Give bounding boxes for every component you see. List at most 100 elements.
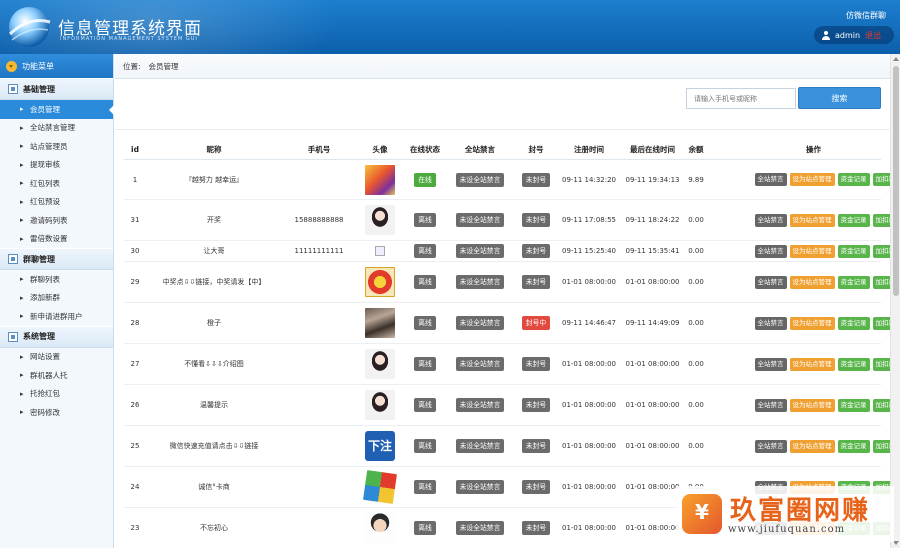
fund-records-button[interactable]: 资金记录 <box>837 439 870 453</box>
sidebar-item-1-1[interactable]: 添加新群 <box>0 289 113 308</box>
sidebar-item-0-2[interactable]: 站点管理员 <box>0 137 113 156</box>
app-subtitle: INFORMATION MANAGEMENT SYSTEM GUI <box>60 36 198 42</box>
fund-records-button[interactable]: 资金记录 <box>837 398 870 412</box>
adjust-balance-button[interactable]: 加扣款 <box>872 213 890 227</box>
adjust-balance-button[interactable]: 加扣款 <box>872 357 890 371</box>
cell-nickname: 让大哥 <box>203 247 225 255</box>
breadcrumb-current[interactable]: 会员管理 <box>149 61 179 72</box>
cell-avatar <box>356 205 404 235</box>
search-input[interactable] <box>686 88 796 109</box>
sidebar-item-2-3[interactable]: 密码修改 <box>0 403 113 422</box>
ban-status-badge: 未封号 <box>521 521 551 535</box>
column-header: 余额 <box>688 144 704 154</box>
function-menu-bar[interactable]: 功能菜单 <box>0 54 113 78</box>
mute-all-button[interactable]: 全站禁言 <box>754 398 787 412</box>
sidebar-item-label: 添加新群 <box>30 293 60 303</box>
set-site-admin-button[interactable]: 设为站点管理 <box>789 316 835 330</box>
column-header: 全站禁言 <box>465 144 495 154</box>
mute-all-button[interactable]: 全站禁言 <box>754 173 787 186</box>
mute-all-button[interactable]: 全站禁言 <box>754 244 787 258</box>
adjust-balance-button[interactable]: 加扣款 <box>872 316 890 330</box>
sidebar-group-1[interactable]: 群聊管理 <box>0 248 113 270</box>
fund-records-button[interactable]: 资金记录 <box>837 275 870 289</box>
watermark-title: 玖富圈网赚 <box>730 496 871 526</box>
sidebar-item-2-1[interactable]: 群机器人托 <box>0 366 113 385</box>
avatar <box>365 513 395 543</box>
fund-records-button[interactable]: 资金记录 <box>837 213 870 227</box>
online-status-badge: 离线 <box>414 213 436 227</box>
cell-avatar <box>356 308 404 338</box>
sidebar-item-0-5[interactable]: 红包预设 <box>0 193 113 212</box>
sidebar-item-1-0[interactable]: 群聊列表 <box>0 270 113 289</box>
sidebar-item-label: 站点管理员 <box>30 141 68 151</box>
online-status-badge: 离线 <box>414 398 436 412</box>
sidebar-item-0-7[interactable]: 雷倍数设置 <box>0 230 113 249</box>
set-site-admin-button[interactable]: 设为站点管理 <box>789 398 835 412</box>
sidebar-item-0-3[interactable]: 提现审核 <box>0 156 113 175</box>
page-scrollbar[interactable] <box>890 54 900 548</box>
set-site-admin-button[interactable]: 设为站点管理 <box>789 244 835 258</box>
sidebar-item-2-0[interactable]: 网站设置 <box>0 348 113 367</box>
set-site-admin-button[interactable]: 设为站点管理 <box>789 275 835 289</box>
sidebar-item-0-1[interactable]: 全站禁言管理 <box>0 119 113 138</box>
cell-register-time: 01-01 08:00:00 <box>561 442 616 450</box>
sidebar-item-0-0[interactable]: 会员管理 <box>0 100 114 119</box>
cell-balance: 0.00 <box>688 360 704 368</box>
adjust-balance-button[interactable]: 加扣款 <box>872 439 890 453</box>
column-header: 昵称 <box>206 144 222 154</box>
cell-online: 离线 <box>404 316 446 330</box>
adjust-balance-button[interactable]: 加扣款 <box>872 173 890 186</box>
cell-last-online: 01-01 08:00:00 <box>625 278 680 286</box>
sidebar-item-label: 密码修改 <box>30 407 60 417</box>
avatar <box>363 470 397 504</box>
cell-register-time: 09-11 15:25:40 <box>561 247 616 255</box>
adjust-balance-button[interactable]: 加扣款 <box>872 244 890 258</box>
sidebar-item-0-6[interactable]: 邀请码列表 <box>0 211 113 230</box>
cell-avatar <box>356 164 404 195</box>
cell-id: 1 <box>132 175 138 184</box>
table-row: 31 开奖 15888888888 离线 未设全站禁言 未封号 09-11 17:08:55… <box>124 200 890 241</box>
mute-all-button[interactable]: 全站禁言 <box>754 439 787 453</box>
mute-all-button[interactable]: 全站禁言 <box>754 275 787 289</box>
set-site-admin-button[interactable]: 设为站点管理 <box>789 357 835 371</box>
cell-nickname: 温馨提示 <box>200 401 228 409</box>
function-menu-icon <box>6 60 17 72</box>
sidebar-group-0[interactable]: 基础管理 <box>0 78 113 100</box>
online-status-badge: 离线 <box>414 439 436 453</box>
mute-all-button[interactable]: 全站禁言 <box>754 316 787 330</box>
mute-all-button[interactable]: 全站禁言 <box>754 357 787 371</box>
cell-register-time: 09-11 17:08:55 <box>561 216 616 224</box>
fund-records-button[interactable]: 资金记录 <box>837 316 870 330</box>
cell-nickname: 不懂看⇩⇩⇩介绍图 <box>184 360 244 368</box>
online-status-badge: 离线 <box>414 521 436 535</box>
fund-records-button[interactable]: 资金记录 <box>837 357 870 371</box>
fund-records-button[interactable]: 资金记录 <box>837 173 870 186</box>
sidebar-group-2[interactable]: 系统管理 <box>0 325 113 348</box>
set-site-admin-button[interactable]: 设为站点管理 <box>789 213 835 227</box>
sidebar-item-1-2[interactable]: 新申请进群用户 <box>0 307 113 326</box>
fund-records-button[interactable]: 资金记录 <box>837 244 870 258</box>
cell-mute: 未设全站禁言 <box>446 172 514 187</box>
header-link[interactable]: 仿微信群聊 <box>846 10 886 21</box>
cell-register-time: 09-11 14:32:20 <box>561 175 616 184</box>
mute-status-badge: 未设全站禁言 <box>455 480 505 494</box>
table-row: 26 温馨提示 离线 未设全站禁言 未封号 01-01 08:00:00 01-01 08:… <box>124 385 890 426</box>
logout-link[interactable]: 退出 <box>865 30 881 41</box>
column-header: 手机号 <box>307 144 331 154</box>
sidebar-item-2-2[interactable]: 托抢红包 <box>0 385 113 404</box>
cell-operations: 全站禁言设为站点管理资金记录加扣款修改 <box>707 213 890 227</box>
sidebar: 功能菜单 基础管理会员管理全站禁言管理站点管理员提现审核红包列表红包预设邀请码列… <box>0 54 114 548</box>
scroll-thumb[interactable] <box>893 66 899 296</box>
search-button[interactable]: 搜索 <box>798 87 881 109</box>
folder-icon <box>8 84 18 94</box>
mute-status-badge: 未设全站禁言 <box>455 172 505 187</box>
mute-all-button[interactable]: 全站禁言 <box>754 213 787 227</box>
set-site-admin-button[interactable]: 设为站点管理 <box>789 173 835 186</box>
adjust-balance-button[interactable]: 加扣款 <box>872 398 890 412</box>
avatar <box>365 267 395 297</box>
breadcrumb: 位置: 会员管理 <box>115 54 890 79</box>
set-site-admin-button[interactable]: 设为站点管理 <box>789 439 835 453</box>
scroll-up-icon[interactable] <box>893 57 899 61</box>
adjust-balance-button[interactable]: 加扣款 <box>872 275 890 289</box>
sidebar-item-0-4[interactable]: 红包列表 <box>0 174 113 193</box>
